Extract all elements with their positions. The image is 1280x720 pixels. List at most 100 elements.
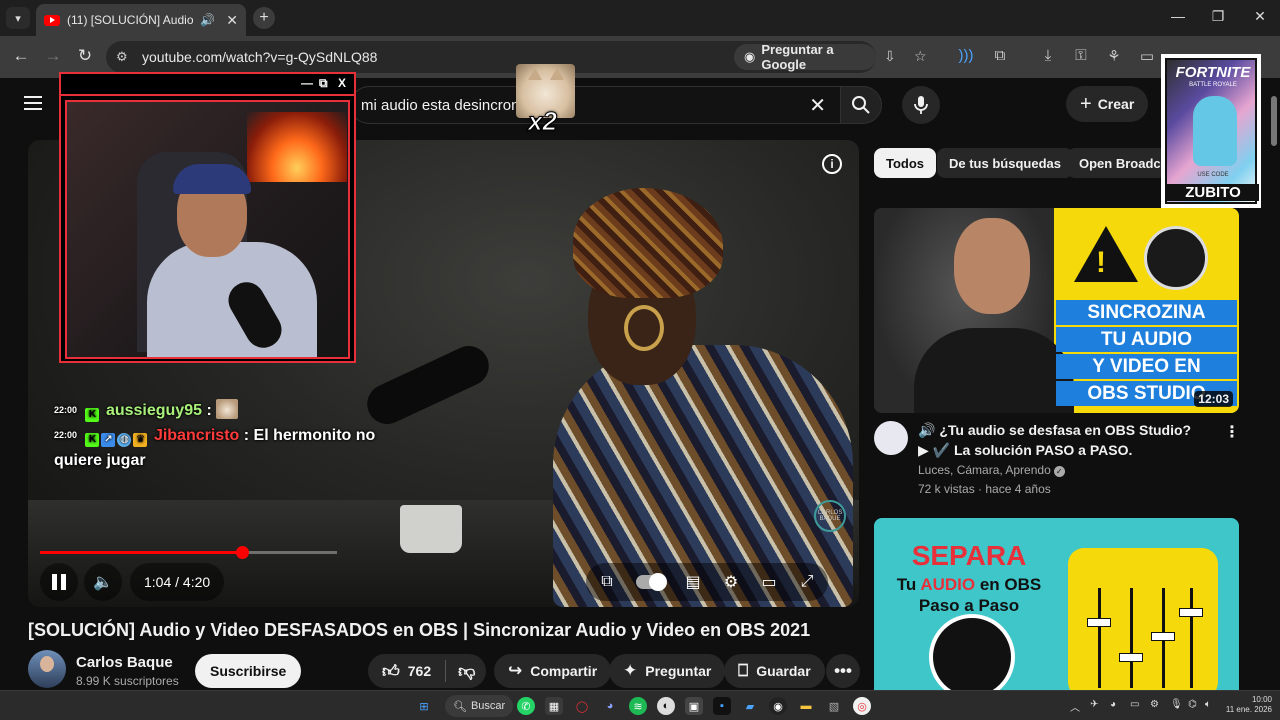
app-icon[interactable]: ▣ xyxy=(685,697,703,715)
subscribe-button[interactable]: Suscribirse xyxy=(195,654,302,688)
terminal-icon[interactable]: ▪ xyxy=(713,697,731,715)
create-button[interactable]: + Crear xyxy=(1066,86,1149,122)
miniplayer-icon[interactable]: ⧉ xyxy=(588,563,626,601)
channel-name[interactable]: Carlos Baque xyxy=(76,654,173,671)
github-icon[interactable]: ◐ xyxy=(657,697,675,715)
menu-hamburger-icon[interactable] xyxy=(24,96,42,110)
recommended-thumbnail[interactable]: SEPARA Tu AUDIO en OBS Paso a Paso xyxy=(874,518,1239,690)
subtitles-icon[interactable]: ▤ xyxy=(674,563,712,601)
media-control-icon[interactable]: ))) xyxy=(956,47,976,64)
maximize-window-icon[interactable]: ❐ xyxy=(1208,8,1228,25)
discord-icon[interactable]: ◕ xyxy=(601,697,619,715)
forward-button[interactable]: → xyxy=(42,46,64,66)
youtube-favicon-icon xyxy=(44,14,60,26)
recommended-meta: 72 k vistas · hace 4 años xyxy=(918,482,1051,496)
spotify-icon[interactable]: ≋ xyxy=(629,697,647,715)
progress-scrubber[interactable] xyxy=(235,546,249,559)
extensions-icon[interactable]: ⧉ xyxy=(990,47,1010,64)
file-explorer-icon[interactable]: ▬ xyxy=(797,697,815,715)
tab-search-button[interactable]: ▾ xyxy=(6,7,30,29)
tab-audio-icon[interactable]: 🔊 xyxy=(200,13,215,27)
password-key-icon[interactable]: ⚿ xyxy=(1071,47,1091,64)
downloads-icon[interactable]: ⤓ xyxy=(1038,47,1058,64)
like-count[interactable]: 762 xyxy=(408,663,431,679)
install-app-icon[interactable]: ⇩ xyxy=(884,48,896,65)
fullscreen-icon[interactable]: ⤢ xyxy=(788,563,826,601)
fortnite-code-overlay: FORTNITE BATTLE ROYALE USE CODE ZUBITO xyxy=(1161,54,1261,208)
search-input[interactable]: mi audio esta desincroni ✕ xyxy=(350,86,840,124)
tray-app-icon[interactable]: ✈ xyxy=(1090,699,1098,710)
tray-settings-icon[interactable]: ⚙ xyxy=(1150,699,1159,710)
ask-google-button[interactable]: ◉ Preguntar a Google xyxy=(734,42,876,72)
obs-logo-icon xyxy=(1144,226,1208,290)
whatsapp-icon[interactable]: ✆ xyxy=(517,697,535,715)
recommended-channel-avatar[interactable] xyxy=(874,421,908,455)
opera-icon[interactable]: ◯ xyxy=(573,697,591,715)
tray-monitor-icon[interactable]: ▭ xyxy=(1130,699,1139,710)
tab-close-icon[interactable]: ✕ xyxy=(226,12,238,29)
page-scrollbar-thumb[interactable] xyxy=(1271,96,1277,146)
progress-fill xyxy=(40,551,242,554)
play-pause-button[interactable] xyxy=(40,563,78,601)
site-info-icon[interactable]: ⚙ xyxy=(116,49,128,65)
theater-mode-icon[interactable]: ▭ xyxy=(750,563,788,601)
extension-puzzle-icon[interactable]: ⚘ xyxy=(1104,47,1124,65)
page-scrollbar[interactable] xyxy=(1268,80,1280,690)
voice-search-button[interactable] xyxy=(902,86,940,124)
tray-volume-icon[interactable]: 🔈︎ xyxy=(1205,699,1211,710)
mute-button[interactable]: 🔈 xyxy=(84,563,122,601)
settings-gear-icon[interactable]: ⚙ xyxy=(712,563,750,601)
url-text[interactable]: youtube.com/watch?v=g-QySdNLQ88 xyxy=(142,49,377,65)
recommended-thumbnail[interactable]: ! SINCROZINA TU AUDIO Y VIDEO EN OBS STU… xyxy=(874,208,1239,413)
chip-open-broadcaster[interactable]: Open Broadcas xyxy=(1067,148,1167,178)
obs-taskbar-icon[interactable]: ◉ xyxy=(769,697,787,715)
ask-button[interactable]: ✦ Preguntar xyxy=(609,654,726,688)
share-label: Compartir xyxy=(530,663,598,679)
address-bar[interactable]: ⚙ youtube.com/watch?v=g-QySdNLQ88 ◉ Preg… xyxy=(106,41,927,73)
save-button[interactable]: ⎕ Guardar xyxy=(724,654,825,688)
webcam-feed xyxy=(65,100,350,359)
windows-start-icon[interactable]: ⊞ xyxy=(415,697,433,715)
mixer-panel xyxy=(1068,548,1218,690)
recommended-title[interactable]: 🔊 ¿Tu audio se desfasa en OBS Studio? ▶ … xyxy=(918,420,1198,460)
create-label: Crear xyxy=(1097,96,1135,112)
warning-triangle-icon xyxy=(1074,226,1138,282)
taskbar-clock[interactable]: 10:00 11 ene. 2026 xyxy=(1222,695,1272,715)
dislike-icon[interactable]: 👎︎ xyxy=(458,661,475,682)
snipping-tool-icon[interactable]: ▧ xyxy=(825,697,843,715)
back-button[interactable]: ← xyxy=(10,46,32,66)
more-vertical-icon[interactable]: ⋮ xyxy=(1224,422,1240,442)
cast-icon[interactable]: ▭ xyxy=(1137,47,1157,65)
share-button[interactable]: ↪ Compartir xyxy=(494,654,612,688)
store-icon[interactable]: ▦ xyxy=(545,697,563,715)
taskbar-search[interactable]: 🔍︎ Buscar xyxy=(445,695,514,717)
channel-watermark[interactable]: CARLOS BAQUE xyxy=(814,500,846,532)
close-window-icon[interactable]: ✕ xyxy=(1250,8,1270,25)
thumbnail-shirt xyxy=(914,328,1074,413)
reload-button[interactable]: ↻ xyxy=(74,46,96,66)
tray-mic-icon[interactable]: 🎙︎ xyxy=(1170,699,1183,710)
browser-tab-active[interactable]: (11) [SOLUCIÓN] Audio y Video DESFASADOS… xyxy=(36,4,246,36)
more-actions-button[interactable]: ••• xyxy=(826,654,860,688)
info-icon[interactable]: i xyxy=(822,154,842,174)
new-tab-button[interactable]: + xyxy=(253,7,275,29)
photos-icon[interactable]: ▰ xyxy=(741,697,759,715)
chrome-icon[interactable]: ◎ xyxy=(853,697,871,715)
search-query-text[interactable]: mi audio esta desincroni xyxy=(361,97,523,114)
chip-from-searches[interactable]: De tus búsquedas xyxy=(937,148,1073,178)
tray-network-icon[interactable]: ⌬ xyxy=(1188,699,1197,710)
search-button[interactable] xyxy=(840,86,882,124)
channel-avatar[interactable] xyxy=(28,650,66,688)
tray-chevron-icon[interactable]: ︿ xyxy=(1070,699,1080,714)
chat-text: : xyxy=(206,402,212,419)
progress-bar[interactable] xyxy=(40,546,337,559)
clear-search-icon[interactable]: ✕ xyxy=(809,93,826,118)
bookmark-star-icon[interactable]: ☆ xyxy=(914,48,927,65)
like-icon[interactable]: 👍︎ xyxy=(382,661,400,682)
tray-discord-icon[interactable]: ◕ xyxy=(1110,699,1116,710)
recommended-channel-name[interactable]: Luces, Cámara, Aprendo xyxy=(918,463,1051,477)
chip-all[interactable]: Todos xyxy=(874,148,937,178)
recommended-channel[interactable]: Luces, Cámara, Aprendo ✓ xyxy=(918,463,1065,477)
autoplay-toggle[interactable] xyxy=(626,563,674,601)
minimize-window-icon[interactable]: — xyxy=(1168,8,1188,24)
